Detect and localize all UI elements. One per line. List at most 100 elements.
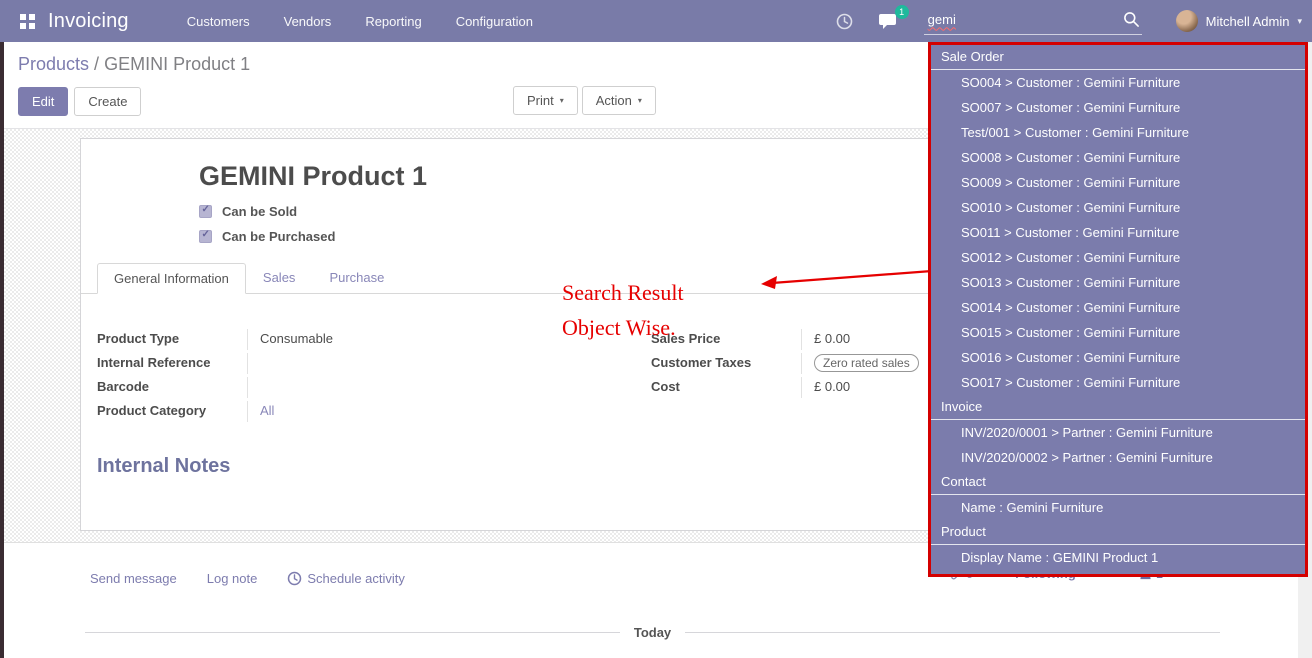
- search-result-item[interactable]: Name : Gemini Furniture: [931, 495, 1305, 520]
- print-button[interactable]: Print▾: [513, 86, 578, 115]
- print-action-buttons: Print▾ Action▾: [513, 86, 656, 115]
- search-result-item[interactable]: SO010 > Customer : Gemini Furniture: [931, 195, 1305, 220]
- field-row: Internal Reference: [97, 353, 597, 374]
- breadcrumb: Products / GEMINI Product 1: [18, 54, 250, 75]
- field-label: Product Category: [97, 401, 247, 422]
- clock-icon: [287, 571, 302, 586]
- search-result-items: Name : Gemini Furniture: [931, 495, 1305, 520]
- checkbox[interactable]: [199, 230, 212, 243]
- search-result-item[interactable]: SO011 > Customer : Gemini Furniture: [931, 220, 1305, 245]
- search-result-item[interactable]: SO015 > Customer : Gemini Furniture: [931, 320, 1305, 345]
- field-value[interactable]: All: [247, 401, 597, 422]
- divider-line: [85, 632, 620, 633]
- search-result-item[interactable]: Test/001 > Customer : Gemini Furniture: [931, 120, 1305, 145]
- top-menu-item[interactable]: Customers: [187, 14, 250, 29]
- field-label: Internal Reference: [97, 353, 247, 374]
- message-count-badge: 1: [895, 5, 909, 19]
- field-row: Product Category All: [97, 401, 597, 422]
- print-caret-icon: ▾: [560, 96, 564, 105]
- schedule-activity-link[interactable]: Schedule activity: [287, 571, 405, 586]
- search-result-item[interactable]: SO017 > Customer : Gemini Furniture: [931, 370, 1305, 395]
- log-note-link[interactable]: Log note: [207, 571, 258, 586]
- apps-menu-button[interactable]: [14, 8, 40, 34]
- top-menu-item[interactable]: Reporting: [365, 14, 421, 29]
- field-value[interactable]: [247, 353, 597, 374]
- checkbox-label: Can be Sold: [222, 204, 297, 219]
- activity-button[interactable]: [836, 13, 853, 30]
- search-result-item[interactable]: SO004 > Customer : Gemini Furniture: [931, 70, 1305, 95]
- search-result-items: INV/2020/0001 > Partner : Gemini Furnitu…: [931, 420, 1305, 470]
- field-label: Customer Taxes: [651, 353, 801, 374]
- left-edge-strip: [0, 42, 4, 658]
- search-result-item[interactable]: SO012 > Customer : Gemini Furniture: [931, 245, 1305, 270]
- search-result-item[interactable]: SO016 > Customer : Gemini Furniture: [931, 345, 1305, 370]
- search-result-section: Invoice INV/2020/0001 > Partner : Gemini…: [931, 395, 1305, 470]
- field-group-left: Product Type Consumable Internal Referen…: [97, 329, 597, 425]
- product-flags: Can be Sold Can be Purchased: [199, 203, 335, 244]
- create-button[interactable]: Create: [74, 87, 141, 116]
- search-result-item[interactable]: SO008 > Customer : Gemini Furniture: [931, 145, 1305, 170]
- search-result-item[interactable]: Display Name : GEMINI Product 1: [931, 545, 1305, 570]
- checkbox-row: Can be Purchased: [199, 228, 335, 244]
- global-search[interactable]: gemi: [924, 8, 1142, 35]
- top-navbar: Invoicing Customers Vendors Reporting Confi…: [0, 0, 1312, 42]
- divider-line: [685, 632, 1220, 633]
- annotation-arrow: [758, 262, 938, 294]
- form-tab[interactable]: Purchase: [312, 262, 401, 293]
- field-value-text: £ 0.00: [814, 331, 850, 346]
- search-result-section: Product Display Name : GEMINI Product 1: [931, 520, 1305, 570]
- checkbox[interactable]: [199, 205, 212, 218]
- today-label: Today: [634, 625, 671, 640]
- page: Invoicing Customers Vendors Reporting Confi…: [0, 0, 1312, 658]
- field-value[interactable]: Consumable: [247, 329, 597, 350]
- top-menu-item[interactable]: Vendors: [284, 14, 332, 29]
- internal-notes-heading: Internal Notes: [97, 455, 230, 478]
- action-caret-icon: ▾: [638, 96, 642, 105]
- search-result-items: Display Name : GEMINI Product 1: [931, 545, 1305, 570]
- edit-button[interactable]: Edit: [18, 87, 68, 116]
- top-menu-item[interactable]: Configuration: [456, 14, 533, 29]
- checkbox-row: Can be Sold: [199, 203, 335, 219]
- form-tab[interactable]: Sales: [246, 262, 313, 293]
- user-avatar[interactable]: [1176, 10, 1198, 32]
- search-result-item[interactable]: INV/2020/0002 > Partner : Gemini Furnitu…: [931, 445, 1305, 470]
- field-label: Barcode: [97, 377, 247, 398]
- field-value-text: £ 0.00: [814, 379, 850, 394]
- topbar-right: 1 gemi Mitchell Admin ▾: [836, 8, 1302, 35]
- search-result-item[interactable]: SO013 > Customer : Gemini Furniture: [931, 270, 1305, 295]
- search-result-section: Contact Name : Gemini Furniture: [931, 470, 1305, 520]
- field-row: Product Type Consumable: [97, 329, 597, 350]
- search-result-category: Product: [931, 520, 1305, 545]
- breadcrumb-products-link[interactable]: Products: [18, 54, 89, 74]
- apps-grid-icon: [20, 14, 35, 29]
- messages-button[interactable]: 1: [879, 12, 898, 30]
- form-tab[interactable]: General Information: [97, 263, 246, 294]
- search-result-category: Invoice: [931, 395, 1305, 420]
- product-title: GEMINI Product 1: [199, 161, 427, 191]
- search-result-category: Sale Order: [931, 45, 1305, 70]
- search-result-item[interactable]: SO014 > Customer : Gemini Furniture: [931, 295, 1305, 320]
- field-value[interactable]: [247, 377, 597, 398]
- app-title[interactable]: Invoicing: [48, 10, 129, 33]
- user-menu-caret-icon[interactable]: ▾: [1297, 16, 1302, 27]
- search-result-item[interactable]: SO009 > Customer : Gemini Furniture: [931, 170, 1305, 195]
- search-result-item[interactable]: INV/2020/0001 > Partner : Gemini Furnitu…: [931, 420, 1305, 445]
- record-buttons: Edit Create: [18, 87, 141, 116]
- field-row: Barcode: [97, 377, 597, 398]
- top-menu: Customers Vendors Reporting Configuration: [187, 14, 533, 29]
- breadcrumb-separator: /: [89, 54, 104, 74]
- field-label: Product Type: [97, 329, 247, 350]
- search-results-dropdown: Sale Order SO004 > Customer : Gemini Fur…: [928, 42, 1308, 577]
- breadcrumb-current: GEMINI Product 1: [104, 54, 250, 74]
- field-value-text: Zero rated sales: [814, 354, 919, 372]
- send-message-link[interactable]: Send message: [90, 571, 177, 586]
- field-label: Cost: [651, 377, 801, 398]
- search-input[interactable]: gemi: [928, 12, 1123, 27]
- chatter-actions: Send message Log note Schedule activity: [90, 571, 405, 586]
- action-button[interactable]: Action▾: [582, 86, 656, 115]
- annotation-text: Search Result Object Wise.: [562, 275, 684, 345]
- today-divider: Today: [85, 625, 1220, 640]
- user-name[interactable]: Mitchell Admin: [1206, 14, 1290, 29]
- search-result-item[interactable]: SO007 > Customer : Gemini Furniture: [931, 95, 1305, 120]
- search-icon[interactable]: [1123, 11, 1140, 28]
